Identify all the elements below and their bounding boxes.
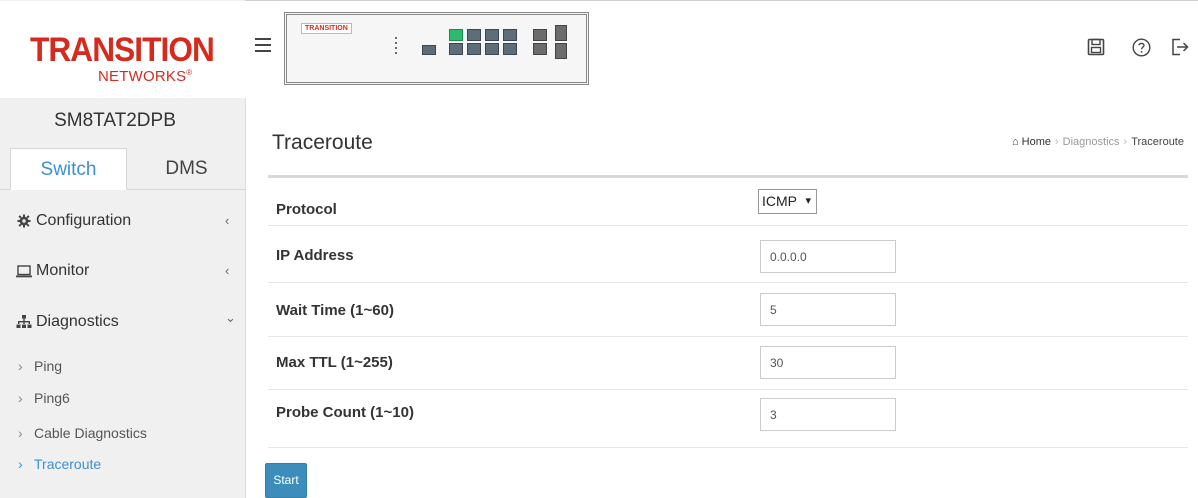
max-ttl-input[interactable] <box>760 346 896 379</box>
sidebar-item-label: Configuration <box>36 212 132 229</box>
sidebar-subitem-traceroute[interactable]: › Traceroute <box>18 452 101 476</box>
sidebar-subitem-ping[interactable]: › Ping <box>18 354 62 378</box>
gear-icon <box>16 204 32 238</box>
panel-port <box>422 45 436 55</box>
logo-wordmark: TRANSITION <box>30 31 215 69</box>
menu-toggle-icon[interactable] <box>255 38 271 52</box>
monitor-icon <box>16 254 32 288</box>
save-icon[interactable] <box>1087 38 1105 61</box>
start-button[interactable]: Start <box>265 463 307 498</box>
panel-port-active <box>449 29 463 41</box>
ip-address-label: IP Address <box>276 247 354 264</box>
panel-port <box>467 29 481 41</box>
panel-port <box>485 43 499 55</box>
brand-logo[interactable]: TRANSITION NETWORKS® <box>0 1 246 98</box>
chevron-left-icon: ‹ <box>225 263 230 278</box>
sidebar-subitem-cable-diagnostics[interactable]: › Cable Diagnostics <box>18 421 147 445</box>
tab-switch[interactable]: Switch <box>10 148 127 190</box>
breadcrumb-diagnostics[interactable]: Diagnostics <box>1063 136 1120 148</box>
sidebar: TRANSITION NETWORKS® SM8TAT2DPB Switch D… <box>0 0 246 498</box>
ip-address-input[interactable] <box>760 240 896 273</box>
sidebar-item-monitor[interactable]: Monitor ‹ <box>0 254 246 288</box>
probe-count-label: Probe Count (1~10) <box>276 404 414 421</box>
divider <box>268 225 1188 226</box>
chevron-right-icon: › <box>18 456 23 472</box>
sidebar-item-diagnostics[interactable]: Diagnostics ⌄ <box>0 305 246 339</box>
sidebar-item-label: Diagnostics <box>36 313 119 330</box>
sidebar-item-configuration[interactable]: Configuration ‹ <box>0 204 246 238</box>
sidebar-item-label: Monitor <box>36 262 90 279</box>
panel-sfp-port <box>555 43 567 59</box>
device-name: SM8TAT2DPB <box>54 110 176 131</box>
chevron-down-icon: ⌄ <box>225 310 236 325</box>
breadcrumb: ⌂ Home › Diagnostics › Traceroute <box>1011 136 1184 148</box>
chevron-left-icon: ‹ <box>225 213 230 228</box>
chevron-right-icon: › <box>18 358 23 374</box>
panel-port <box>467 43 481 55</box>
panel-sfp-port <box>533 43 547 55</box>
probe-count-input[interactable] <box>760 398 896 431</box>
panel-port <box>503 29 517 41</box>
switch-panel-image: TRANSITION <box>284 12 589 85</box>
logout-icon[interactable] <box>1171 38 1189 61</box>
protocol-label: Protocol <box>276 201 337 218</box>
sidebar-tabs: Switch DMS <box>0 148 246 190</box>
sidebar-subitem-ping6[interactable]: › Ping6 <box>18 386 70 410</box>
wait-time-input[interactable] <box>760 293 896 326</box>
panel-sfp-port <box>555 25 567 41</box>
wait-time-label: Wait Time (1~60) <box>276 302 394 319</box>
panel-sfp-port <box>533 29 547 41</box>
chevron-down-icon: ▾ <box>805 195 811 207</box>
status-leds <box>395 37 398 57</box>
divider <box>268 336 1188 337</box>
chevron-right-icon: › <box>18 390 23 406</box>
breadcrumb-home[interactable]: ⌂ Home <box>1012 136 1051 148</box>
panel-logo: TRANSITION <box>301 23 352 34</box>
max-ttl-label: Max TTL (1~255) <box>276 354 393 371</box>
divider <box>268 282 1188 283</box>
traceroute-form: Protocol ICMP▾ IP Address Wait Time (1~6… <box>268 175 1188 448</box>
panel-port <box>485 29 499 41</box>
panel-port <box>449 43 463 55</box>
home-icon: ⌂ <box>1011 136 1019 148</box>
panel-port <box>503 43 517 55</box>
page-title: Traceroute <box>272 131 373 154</box>
divider <box>268 389 1188 390</box>
tab-dms[interactable]: DMS <box>127 148 246 190</box>
sitemap-icon <box>16 305 32 339</box>
logo-subtitle: NETWORKS® <box>98 68 193 85</box>
help-icon[interactable] <box>1132 38 1151 62</box>
chevron-right-icon: › <box>18 425 23 441</box>
divider <box>268 447 1188 448</box>
breadcrumb-current: Traceroute <box>1131 136 1184 148</box>
protocol-select[interactable]: ICMP ▾ <box>758 189 817 214</box>
